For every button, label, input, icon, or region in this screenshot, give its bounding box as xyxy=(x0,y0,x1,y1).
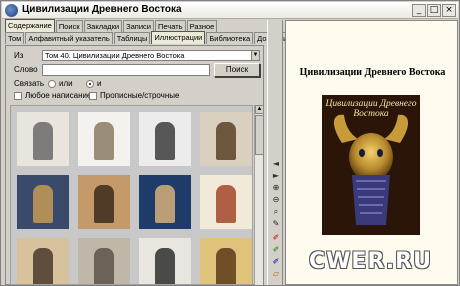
tab-illustrations[interactable]: Иллюстрации xyxy=(151,31,206,44)
pen-icon[interactable]: ✎ xyxy=(270,218,282,229)
thumbnail-image xyxy=(78,175,130,229)
tab-contents[interactable]: Содержание xyxy=(5,19,55,32)
tab-bookmarks[interactable]: Закладки xyxy=(83,20,123,32)
window-title: Цивилизации Древнего Востока xyxy=(22,4,182,15)
thumbnail-figure xyxy=(33,248,53,284)
thumb-bronze-figure[interactable] xyxy=(196,108,252,170)
radio-and-label: и xyxy=(97,79,102,88)
from-label: Из xyxy=(14,51,24,60)
app-window: Цивилизации Древнего Востока _ □ × Содер… xyxy=(0,0,460,286)
marker-blue-icon[interactable]: ✐ xyxy=(270,256,282,267)
thumbnail-figure xyxy=(216,185,236,223)
marker-red-icon[interactable]: ✐ xyxy=(270,232,282,243)
tab-volume[interactable]: Том xyxy=(5,32,25,44)
thumbnail-image xyxy=(200,175,252,229)
thumbnail-image xyxy=(139,238,191,284)
case-checkbox[interactable] xyxy=(89,92,97,100)
word-label: Слово xyxy=(14,65,38,74)
tab-tables[interactable]: Таблицы xyxy=(113,32,151,44)
any-spelling-checkbox[interactable] xyxy=(14,92,22,100)
search-input[interactable] xyxy=(42,64,210,76)
radio-and[interactable] xyxy=(86,80,94,88)
case-label: Прописные/строчные xyxy=(100,91,180,100)
nav-prev-icon[interactable]: ◄ xyxy=(270,158,282,169)
document-heading: Цивилизации Древнего Востока xyxy=(299,67,446,78)
thumbnail-image xyxy=(200,112,252,166)
thumbnail-image xyxy=(17,112,69,166)
thumb-painted-vase[interactable] xyxy=(196,171,252,233)
thumbnail-grid xyxy=(10,105,253,285)
thumb-relief-figures[interactable] xyxy=(135,108,195,170)
thumb-interior-sketch[interactable] xyxy=(13,108,73,170)
watermark-logo: CWER.RU xyxy=(309,249,432,274)
thumb-carved-stone[interactable] xyxy=(74,234,134,284)
book-cover-image: Цивилизации Древнего Востока xyxy=(322,95,420,235)
tab-index[interactable]: Алфавитный указатель xyxy=(25,32,113,44)
thumbnail-image xyxy=(17,238,69,284)
thumbnail-image xyxy=(200,238,252,284)
thumbnail-image xyxy=(17,175,69,229)
thumbnail-figure xyxy=(94,248,114,284)
side-toolbar: ◄ ► ⊕ ⊖ ⌕ ✎ ✐ ✐ ✐ ▱ xyxy=(267,20,283,285)
title-bar[interactable]: Цивилизации Древнего Востока _ □ × xyxy=(2,2,458,19)
eraser-icon[interactable]: ▱ xyxy=(270,268,282,279)
vertical-scrollbar[interactable]: ▲ xyxy=(254,105,264,285)
thumbnail-figure xyxy=(155,122,175,160)
radio-or-label: или xyxy=(59,79,73,88)
maximize-button[interactable]: □ xyxy=(427,4,441,17)
thumbnail-figure xyxy=(33,122,53,160)
thumbnail-image xyxy=(139,175,191,229)
thumbnail-image xyxy=(139,112,191,166)
tab-library[interactable]: Библиотека xyxy=(206,32,254,44)
thumbnail-figure xyxy=(155,248,175,284)
volume-select[interactable]: Том 40. Цивилизации Древнего Востока xyxy=(42,50,260,61)
thumb-stone-tower[interactable] xyxy=(74,108,134,170)
scroll-up-icon[interactable]: ▲ xyxy=(255,105,264,114)
zoom-out-icon[interactable]: ⊖ xyxy=(270,194,282,205)
close-button[interactable]: × xyxy=(442,4,456,17)
scrollbar-thumb[interactable] xyxy=(255,115,264,155)
thumbnail-figure xyxy=(216,122,236,160)
navigation-pane: Содержание Поиск Закладки Записи Печать … xyxy=(3,19,315,285)
minimize-button[interactable]: _ xyxy=(412,4,426,17)
thumb-mosaic-panel[interactable] xyxy=(13,171,73,233)
thumbnail-image xyxy=(78,238,130,284)
thumbnail-figure xyxy=(94,122,114,160)
thumb-standard-of-ur[interactable] xyxy=(135,171,195,233)
thumbnail-figure xyxy=(216,248,236,284)
nav-next-icon[interactable]: ► xyxy=(270,170,282,181)
tab-search[interactable]: Поиск xyxy=(55,20,83,32)
document-view[interactable]: Цивилизации Древнего Востока Цивилизации… xyxy=(285,20,458,285)
link-label: Связать xyxy=(14,79,45,88)
search-button[interactable]: Поиск xyxy=(214,63,260,77)
thumbnail-figure xyxy=(155,185,175,223)
thumbnail-figure xyxy=(33,185,53,223)
chevron-down-icon[interactable]: ▼ xyxy=(251,50,260,61)
thumbnail-figure xyxy=(94,185,114,223)
zoom-in-icon[interactable]: ⊕ xyxy=(270,182,282,193)
thumb-banquet-scene[interactable] xyxy=(74,171,134,233)
thumb-worshipper-statues[interactable] xyxy=(13,234,73,284)
app-icon xyxy=(5,4,18,17)
marker-green-icon[interactable]: ✐ xyxy=(270,244,282,255)
find-icon[interactable]: ⌕ xyxy=(270,206,282,217)
radio-or[interactable] xyxy=(48,80,56,88)
illustrations-panel: Из Том 40. Цивилизации Древнего Востока … xyxy=(5,45,264,285)
tab-notes[interactable]: Записи xyxy=(123,20,155,32)
thumbnail-image xyxy=(78,112,130,166)
thumb-seated-statue[interactable] xyxy=(135,234,195,284)
any-spelling-label: Любое написание xyxy=(25,91,92,100)
cover-title: Цивилизации Древнего Востока xyxy=(325,99,417,119)
thumb-standing-figure[interactable] xyxy=(196,234,252,284)
